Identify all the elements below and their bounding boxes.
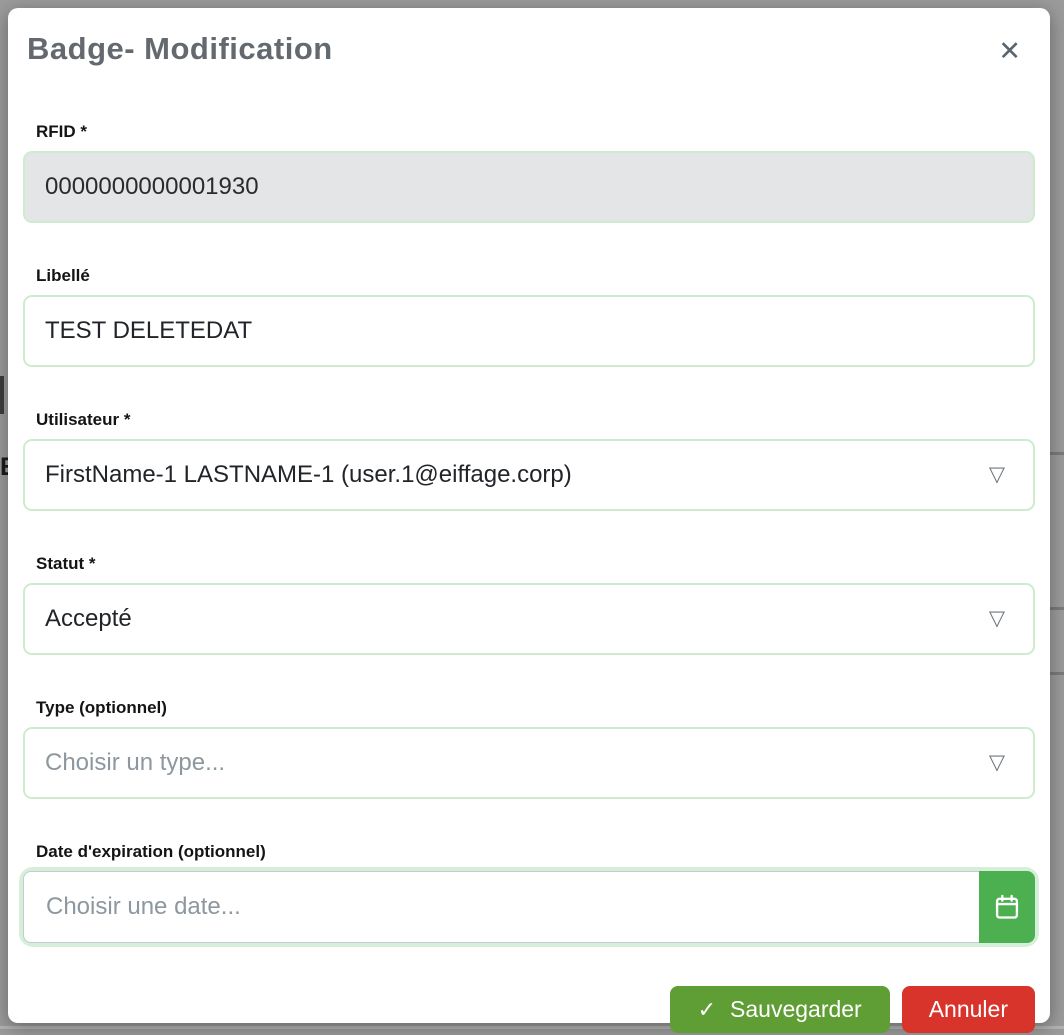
expiration-input-group: [23, 871, 1035, 943]
calendar-icon: [993, 893, 1021, 921]
close-icon[interactable]: ✕: [998, 30, 1035, 65]
libelle-field-group: Libellé: [23, 266, 1035, 367]
type-select[interactable]: Choisir un type... ▽: [23, 727, 1035, 799]
libelle-input[interactable]: [45, 297, 1013, 365]
rfid-field-group: RFID *: [23, 122, 1035, 223]
utilisateur-select[interactable]: FirstName-1 LASTNAME-1 (user.1@eiffage.c…: [23, 439, 1035, 511]
expiration-input-wrapper: [23, 871, 979, 943]
badge-modification-modal: Badge- Modification ✕ RFID * Libellé Uti…: [8, 8, 1050, 1023]
rfid-label: RFID *: [23, 122, 1035, 142]
type-field-group: Type (optionnel) Choisir un type... ▽: [23, 698, 1035, 799]
statut-label: Statut *: [23, 554, 1035, 574]
expiration-date-input[interactable]: [44, 892, 959, 922]
calendar-picker-button[interactable]: [979, 871, 1035, 943]
statut-select[interactable]: Accepté ▽: [23, 583, 1035, 655]
expiration-field-group: Date d'expiration (optionnel): [23, 842, 1035, 943]
backdrop-line-fragment: [1050, 672, 1064, 675]
libelle-label: Libellé: [23, 266, 1035, 286]
backdrop-line-fragment: [1050, 452, 1064, 455]
chevron-down-icon: ▽: [989, 462, 1005, 487]
expiration-label: Date d'expiration (optionnel): [23, 842, 1035, 862]
save-button-label: Sauvegarder: [730, 996, 862, 1023]
type-placeholder: Choisir un type...: [45, 749, 1013, 777]
check-icon: ✓: [698, 997, 716, 1023]
statut-field-group: Statut * Accepté ▽: [23, 554, 1035, 655]
statut-selected-value: Accepté: [45, 605, 1013, 633]
libelle-input-wrapper: [23, 295, 1035, 367]
chevron-down-icon: ▽: [989, 606, 1005, 631]
utilisateur-selected-value: FirstName-1 LASTNAME-1 (user.1@eiffage.c…: [45, 461, 1013, 489]
cancel-button[interactable]: Annuler: [902, 986, 1035, 1033]
utilisateur-label: Utilisateur *: [23, 410, 1035, 430]
backdrop-fragment: [0, 376, 4, 414]
rfid-input-wrapper: [23, 151, 1035, 223]
cancel-button-label: Annuler: [929, 996, 1008, 1023]
backdrop-line-fragment: [1050, 607, 1064, 610]
modal-title: Badge- Modification: [27, 30, 333, 68]
utilisateur-field-group: Utilisateur * FirstName-1 LASTNAME-1 (us…: [23, 410, 1035, 511]
chevron-down-icon: ▽: [989, 750, 1005, 775]
save-button[interactable]: ✓ Sauvegarder: [670, 986, 890, 1033]
modal-header: Badge- Modification ✕: [23, 30, 1035, 68]
rfid-input: [45, 153, 1013, 221]
type-label: Type (optionnel): [23, 698, 1035, 718]
modal-footer: ✓ Sauvegarder Annuler: [23, 986, 1035, 1035]
